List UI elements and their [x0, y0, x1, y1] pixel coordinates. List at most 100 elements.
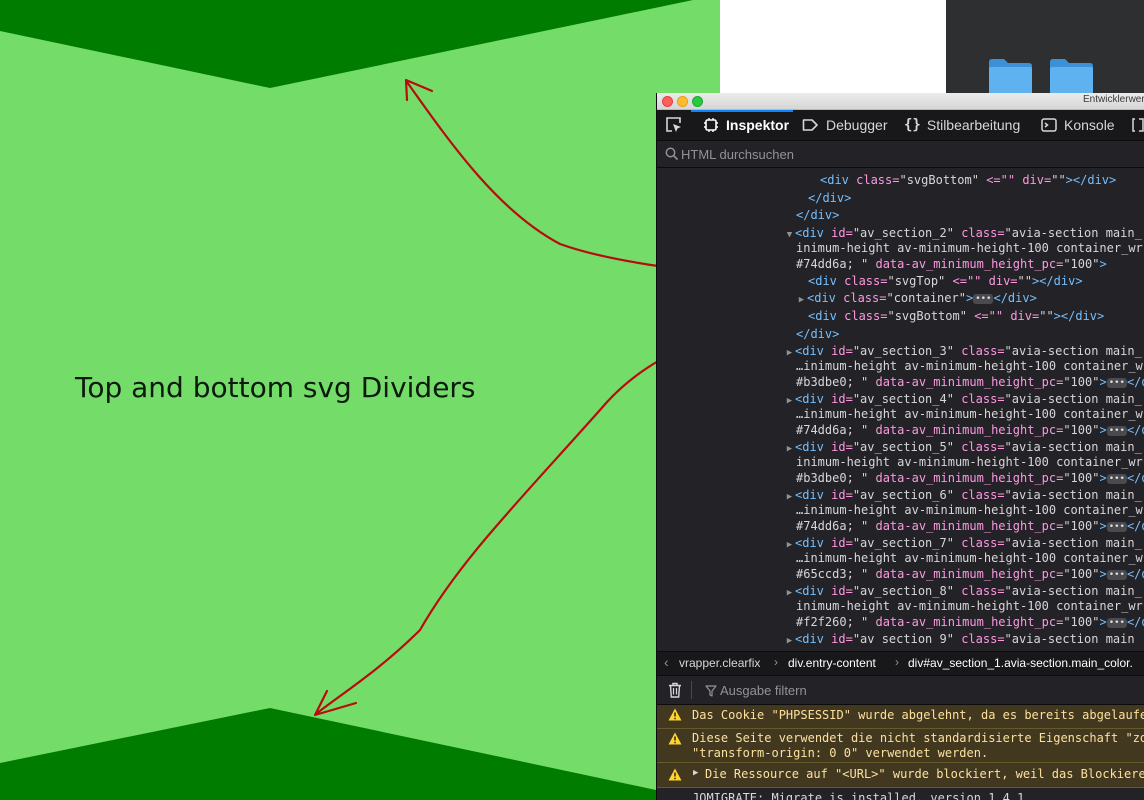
- warning-message: Die Ressource auf "<URL>" wurde blockier…: [705, 767, 1144, 781]
- tree-row-continuation: inimum-height av-minimum-height-100 cont…: [796, 455, 1143, 469]
- tree-row[interactable]: ▶ <div id="av_section_6" class="avia-sect…: [784, 487, 1142, 503]
- html-search-bar: [657, 141, 1144, 168]
- search-icon: [665, 147, 679, 161]
- console-warning[interactable]: ▶ Die Ressource auf "<URL>" wurde blocki…: [657, 763, 1144, 788]
- console-icon: [1041, 118, 1057, 132]
- devtools-titlebar[interactable]: Entwicklerwerkzeuge: [657, 93, 1144, 110]
- tree-row[interactable]: ▶ <div id="av_section_9" class="avia-sect…: [784, 631, 1142, 645]
- markup-tree: <div class="svgBottom" <="" div=""></div…: [657, 169, 1144, 645]
- breadcrumb-item[interactable]: div.entry-content: [788, 656, 876, 670]
- breadcrumb-scroll-left-icon[interactable]: ‹: [664, 654, 669, 670]
- trash-icon[interactable]: [668, 682, 682, 698]
- html-search-input[interactable]: [681, 145, 981, 163]
- tree-row-continuation: #b3dbe0; " data-av_minimum_height_pc="10…: [796, 471, 1144, 485]
- debugger-icon: [802, 119, 818, 131]
- overflow-tab-icon: [1132, 118, 1144, 132]
- tab-label: Stilbearbeitung: [926, 117, 1021, 133]
- toolbar-divider: [691, 681, 692, 699]
- ellipsis-icon[interactable]: •••: [973, 294, 994, 304]
- tab-inspektor[interactable]: Inspektor: [703, 110, 789, 140]
- tree-row[interactable]: </div>: [796, 207, 839, 223]
- tree-row[interactable]: </div>: [796, 326, 839, 342]
- warning-message: Diese Seite verwendet die nicht standard…: [692, 731, 1144, 745]
- breadcrumb-item-selected[interactable]: div#av_section_1.avia-section.main_color…: [908, 656, 1133, 670]
- console-filter-input[interactable]: Ausgabe filtern: [720, 683, 807, 698]
- warning-icon: [668, 732, 682, 745]
- devtools-window: Entwicklerwerkzeuge Inspektor: [656, 93, 1144, 800]
- expand-message-icon[interactable]: ▶: [693, 768, 698, 778]
- minimize-window-button[interactable]: [677, 96, 688, 107]
- expanded-twisty-icon[interactable]: ▼: [784, 227, 795, 243]
- tree-row-continuation: #b3dbe0; " data-av_minimum_height_pc="10…: [796, 375, 1144, 389]
- tab-label: Inspektor: [726, 117, 790, 133]
- close-window-button[interactable]: [662, 96, 673, 107]
- tree-row-continuation: …inimum-height av-minimum-height-100 con…: [796, 359, 1143, 373]
- warning-icon: [668, 708, 682, 721]
- tree-row[interactable]: <div class="svgBottom" <="" div=""></div…: [808, 308, 1104, 324]
- tree-row-continuation: …inimum-height av-minimum-height-100 con…: [796, 503, 1143, 517]
- devtools-toolbar: Inspektor Debugger {} Stilbearbeitung Ko…: [657, 110, 1144, 141]
- tree-row[interactable]: ▶ <div id="av_section_4" class="avia-sect…: [784, 391, 1142, 407]
- console-toolbar: Ausgabe filtern: [657, 676, 1144, 705]
- warning-icon: [668, 768, 682, 781]
- ellipsis-icon[interactable]: •••: [1106, 570, 1127, 580]
- tree-row-continuation: …inimum-height av-minimum-height-100 con…: [796, 407, 1143, 421]
- collapsed-twisty-icon[interactable]: ▶: [784, 345, 795, 361]
- collapsed-twisty-icon[interactable]: ▶: [784, 537, 795, 553]
- tab-label: Konsole: [1064, 117, 1115, 133]
- folder-icon[interactable]: [1048, 58, 1095, 95]
- zoom-window-button[interactable]: [692, 96, 703, 107]
- tree-row-continuation: inimum-height av-minimum-height-100 cont…: [796, 599, 1143, 613]
- tree-row[interactable]: ▶ <div id="av_section_8" class="avia-sect…: [784, 583, 1142, 599]
- markup-breadcrumb: ‹ vrapper.clearfix › div.entry-content ›…: [657, 651, 1144, 676]
- element-picker-button[interactable]: [665, 110, 683, 140]
- breadcrumb-separator-icon: ›: [895, 655, 899, 669]
- tree-row-continuation: #65ccd3; " data-av_minimum_height_pc="10…: [796, 567, 1144, 581]
- inspector-icon: [704, 118, 718, 132]
- tree-row[interactable]: ▶ <div id="av_section_7" class="avia-sect…: [784, 535, 1142, 551]
- tree-row[interactable]: <div class="svgBottom" <="" div=""></div…: [820, 172, 1116, 188]
- collapsed-twisty-icon[interactable]: ▶: [784, 633, 795, 645]
- tree-row-continuation: …inimum-height av-minimum-height-100 con…: [796, 551, 1143, 565]
- ellipsis-icon[interactable]: •••: [1106, 618, 1127, 628]
- screenshot-stage: Top and bottom svg Dividers Entwicklerwe…: [0, 0, 1144, 800]
- console-output: Das Cookie "PHPSESSID" wurde abgelehnt, …: [657, 705, 1144, 800]
- collapsed-twisty-icon[interactable]: ▶: [796, 292, 807, 308]
- ellipsis-icon[interactable]: •••: [1106, 474, 1127, 484]
- desktop-background: [946, 0, 1144, 95]
- console-log-message[interactable]: JQMIGRATE: Migrate is installed, version…: [657, 790, 1144, 800]
- collapsed-twisty-icon[interactable]: ▶: [784, 489, 795, 505]
- tree-row-continuation: #74dd6a; " data-av_minimum_height_pc="10…: [796, 519, 1144, 533]
- tree-row[interactable]: ▶ <div id="av_section_5" class="avia-sect…: [784, 439, 1142, 455]
- collapsed-twisty-icon[interactable]: ▶: [784, 441, 795, 457]
- ellipsis-icon[interactable]: •••: [1106, 378, 1127, 388]
- console-warning[interactable]: Das Cookie "PHPSESSID" wurde abgelehnt, …: [657, 705, 1144, 729]
- window-title: Entwicklerwerkzeuge: [1083, 94, 1144, 105]
- tree-row-continuation: #f2f260; " data-av_minimum_height_pc="10…: [796, 615, 1144, 629]
- ellipsis-icon[interactable]: •••: [1106, 426, 1127, 436]
- collapsed-twisty-icon[interactable]: ▶: [784, 393, 795, 409]
- ellipsis-icon[interactable]: •••: [1106, 522, 1127, 532]
- tree-row[interactable]: <div class="svgTop" <="" div=""></div>: [808, 273, 1083, 289]
- tree-row-continuation: #74dd6a; " data-av_minimum_height_pc="10…: [796, 423, 1144, 437]
- tab-stilbearbeitung[interactable]: {} Stilbearbeitung: [904, 110, 1020, 140]
- breadcrumb-item[interactable]: vrapper.clearfix: [679, 656, 760, 670]
- annotation-label: Top and bottom svg Dividers: [75, 371, 476, 404]
- tab-debugger[interactable]: Debugger: [802, 110, 888, 140]
- tree-row[interactable]: ▶ <div id="av_section_3" class="avia-sect…: [784, 343, 1142, 359]
- collapsed-twisty-icon[interactable]: ▶: [784, 585, 795, 601]
- log-text: JQMIGRATE: Migrate is installed, version…: [692, 791, 1025, 800]
- tab-konsole[interactable]: Konsole: [1041, 110, 1115, 140]
- style-editor-icon: {}: [904, 117, 921, 133]
- tree-row-continuation: #74dd6a; " data-av_minimum_height_pc="10…: [796, 257, 1107, 271]
- warning-message-continuation: "transform-origin: 0 0" verwendet werden…: [692, 746, 989, 760]
- tab-more[interactable]: [1131, 110, 1144, 140]
- warning-message: Das Cookie "PHPSESSID" wurde abgelehnt, …: [692, 708, 1144, 722]
- browser-white-area: [720, 0, 946, 95]
- tree-row[interactable]: ▼ <div id="av_section_2" class="avia-sect…: [784, 225, 1142, 241]
- folder-icon[interactable]: [987, 58, 1034, 95]
- tree-row[interactable]: </div>: [808, 190, 851, 206]
- filter-icon: [705, 685, 717, 697]
- tree-row[interactable]: ▶ <div class="container"> ••• </div>: [796, 290, 1037, 306]
- console-warning[interactable]: Diese Seite verwendet die nicht standard…: [657, 729, 1144, 763]
